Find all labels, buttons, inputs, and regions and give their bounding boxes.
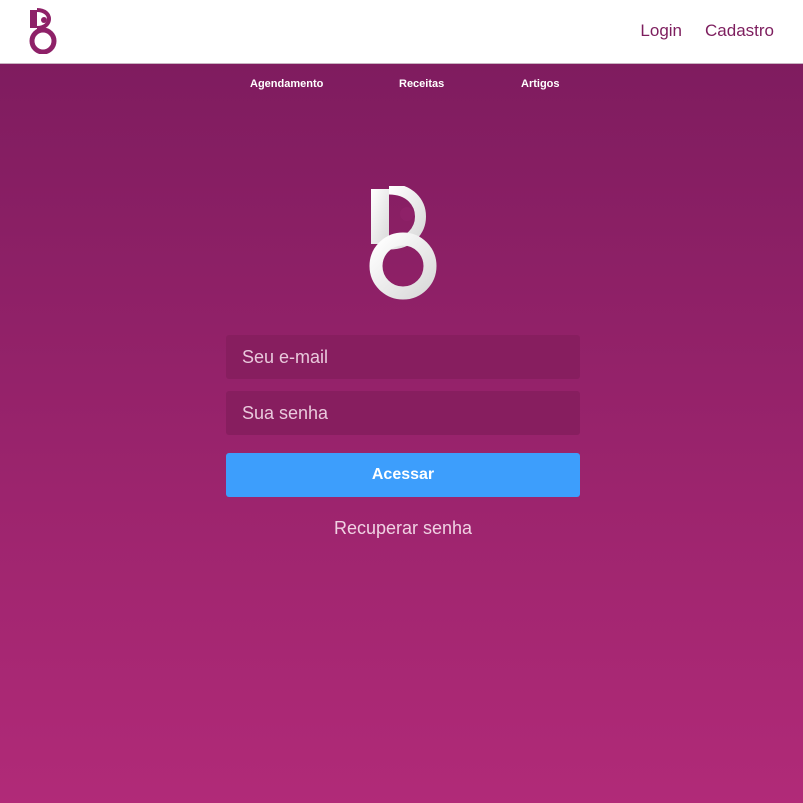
signup-link[interactable]: Cadastro <box>705 20 774 42</box>
sub-navigation: Agendamento Receitas Artigos <box>0 76 803 94</box>
brand-logo-icon[interactable] <box>27 8 59 55</box>
nav-item-agendamento[interactable]: Agendamento <box>250 76 323 92</box>
auth-links: Login Cadastro <box>640 20 774 42</box>
nav-item-artigos[interactable]: Artigos <box>521 76 560 92</box>
submit-button[interactable]: Acessar <box>226 453 580 497</box>
email-field[interactable] <box>226 335 580 379</box>
login-link[interactable]: Login <box>640 20 682 42</box>
recover-password-link[interactable]: Recuperar senha <box>226 517 580 539</box>
top-header: Login Cadastro <box>0 0 803 64</box>
hero-logo-icon <box>367 183 441 302</box>
nav-item-receitas[interactable]: Receitas <box>399 76 444 92</box>
password-field[interactable] <box>226 391 580 435</box>
